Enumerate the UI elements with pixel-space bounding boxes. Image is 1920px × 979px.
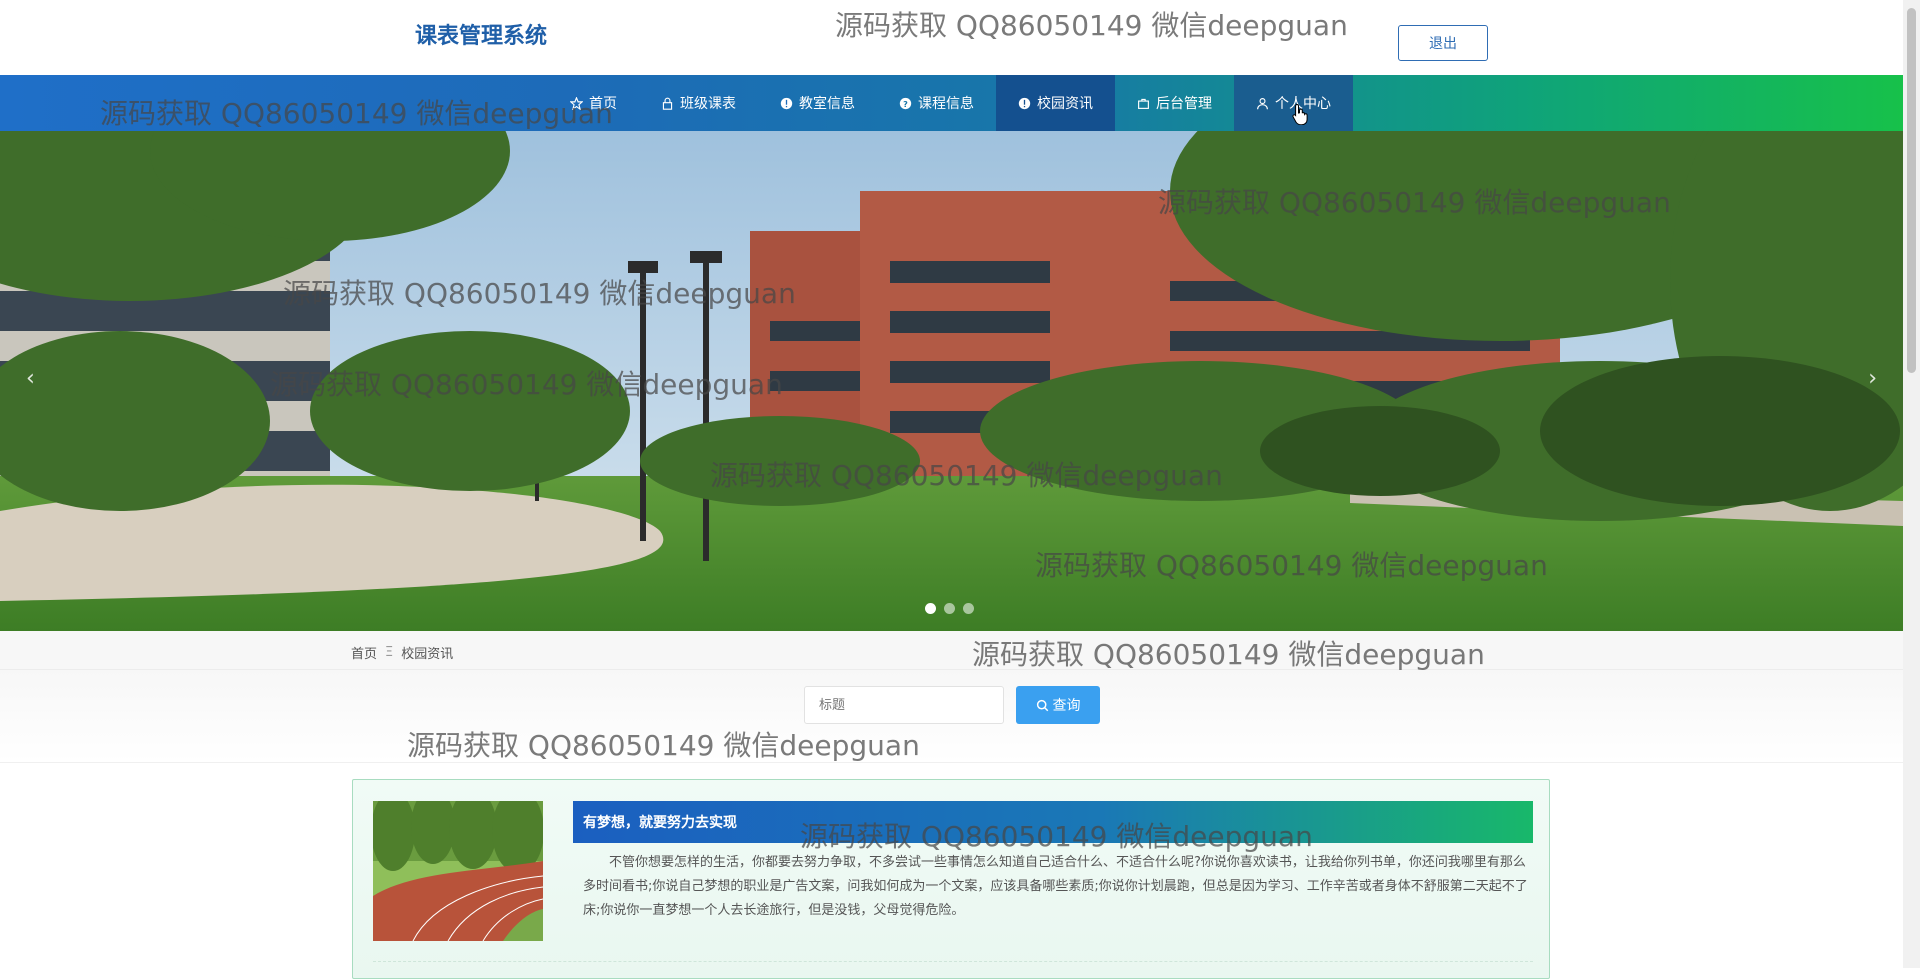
nav-item-classroom-info[interactable]: 教室信息 [758, 75, 877, 131]
campus-photo [0, 131, 1903, 631]
nav-item-course-info[interactable]: ? 课程信息 [877, 75, 996, 131]
nav-label: 教室信息 [799, 96, 855, 112]
breadcrumb-separator: Ξ [385, 645, 394, 660]
breadcrumb: 首页 Ξ 校园资讯 [351, 643, 453, 662]
hand-cursor-icon [1292, 103, 1308, 125]
nav-item-admin[interactable]: 后台管理 [1115, 75, 1234, 131]
search-bar: 查询 [0, 670, 1903, 763]
nav-label: 校园资讯 [1037, 96, 1093, 112]
carousel-dot[interactable] [963, 603, 974, 614]
user-icon [1257, 97, 1268, 109]
carousel-next-button[interactable]: › [1868, 366, 1877, 391]
carousel-dot[interactable] [925, 603, 936, 614]
scrollbar-thumb[interactable] [1907, 8, 1916, 373]
nav-item-campus-news[interactable]: 校园资讯 [996, 75, 1115, 131]
carousel-prev-button[interactable]: ‹ [26, 366, 35, 391]
logout-button[interactable]: 退出 [1398, 25, 1488, 61]
news-divider [373, 961, 1533, 962]
news-card[interactable]: 有梦想，就要努力去实现 不管你想要怎样的生活，你都要去努力争取，不多尝试一些事情… [352, 779, 1550, 979]
svg-text:?: ? [903, 98, 908, 108]
carousel-dot[interactable] [944, 603, 955, 614]
breadcrumb-bar: 首页 Ξ 校园资讯 [0, 631, 1903, 670]
nav-label: 首页 [589, 96, 617, 112]
title-search-input[interactable] [804, 686, 1004, 724]
header: 课表管理系统 退出 [0, 0, 1903, 75]
star-icon [570, 96, 583, 110]
page-scrollbar[interactable] [1903, 0, 1920, 968]
nav-item-class-schedule[interactable]: 班级课表 [639, 75, 758, 131]
news-summary: 不管你想要怎样的生活，你都要去努力争取，不多尝试一些事情怎么知道自己适合什么、不… [583, 855, 1528, 918]
breadcrumb-current: 校园资讯 [401, 647, 454, 662]
nav-label: 课程信息 [918, 96, 974, 112]
site-title: 课表管理系统 [415, 24, 548, 49]
info-icon [780, 97, 793, 109]
nav-label: 班级课表 [680, 96, 736, 112]
lock-icon [662, 97, 673, 110]
nav-label: 后台管理 [1156, 96, 1212, 112]
question-icon: ? [899, 97, 912, 109]
search-icon [1036, 699, 1048, 711]
main-navbar: 首页 班级课表 教室信息 ? 课程信息 校园资讯 后台管理 个人中心 [0, 75, 1903, 131]
news-thumbnail[interactable] [373, 801, 543, 941]
search-button-label: 查询 [1052, 697, 1081, 713]
info-icon [1018, 97, 1031, 109]
search-button[interactable]: 查询 [1016, 686, 1100, 724]
briefcase-icon [1138, 98, 1149, 109]
hero-carousel: ‹ › [0, 131, 1903, 631]
breadcrumb-home-link[interactable]: 首页 [351, 643, 377, 662]
news-title[interactable]: 有梦想，就要努力去实现 [573, 801, 1533, 843]
carousel-indicators [925, 603, 974, 614]
nav-item-home[interactable]: 首页 [548, 75, 639, 131]
